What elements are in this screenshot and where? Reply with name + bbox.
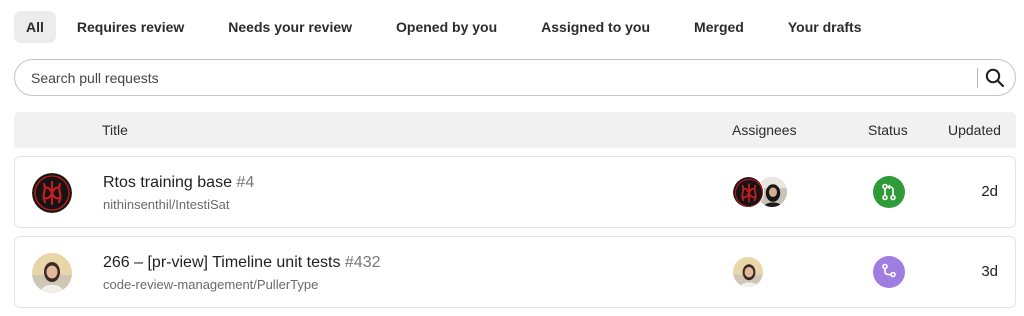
search-divider	[977, 68, 978, 88]
pull-request-open-icon	[882, 183, 896, 201]
assignee-avatar[interactable]	[732, 256, 764, 288]
search-bar	[14, 59, 1016, 96]
tab-opened-by-you[interactable]: Opened by you	[384, 11, 509, 43]
pr-repo: nithinsenthil/IntestiSat	[103, 197, 230, 212]
pull-request-draft-icon	[882, 263, 896, 278]
author-avatar	[32, 173, 72, 213]
pr-title-text: Rtos training base	[103, 174, 232, 191]
search-icon	[985, 68, 1005, 88]
updated-time: 2d	[981, 183, 998, 200]
tab-your-drafts[interactable]: Your drafts	[776, 11, 874, 43]
tab-needs-your-review[interactable]: Needs your review	[216, 11, 364, 43]
column-header-updated[interactable]: Updated	[948, 112, 1001, 148]
search-input[interactable]	[31, 60, 971, 95]
table-header: Title Assignees Status Updated	[14, 112, 1016, 148]
tab-merged[interactable]: Merged	[682, 11, 756, 43]
pr-number: #432	[344, 254, 381, 271]
pr-number: #4	[236, 174, 255, 191]
status-badge[interactable]	[873, 256, 905, 288]
column-header-assignees[interactable]: Assignees	[732, 112, 797, 148]
photo-avatar-icon	[733, 257, 764, 288]
pr-title[interactable]: 266 – [pr-view] Timeline unit tests #432	[103, 254, 380, 272]
pr-filter-tabs: All Requires review Needs your review Op…	[14, 11, 873, 43]
emblem-avatar-icon	[32, 173, 72, 213]
status-badge[interactable]	[873, 176, 905, 208]
tab-requires-review[interactable]: Requires review	[65, 11, 196, 43]
search-button[interactable]	[983, 66, 1007, 90]
updated-time: 3d	[981, 263, 998, 280]
column-header-title[interactable]: Title	[102, 112, 128, 148]
pr-title-text: 266 – [pr-view] Timeline unit tests	[103, 254, 341, 271]
column-header-status[interactable]: Status	[868, 112, 908, 148]
photo-avatar-icon	[32, 253, 72, 293]
author-avatar	[32, 253, 72, 293]
pr-repo: code-review-management/PullerType	[103, 277, 319, 292]
table-row[interactable]: 266 – [pr-view] Timeline unit tests #432…	[14, 236, 1016, 308]
pr-title[interactable]: Rtos training base #4	[103, 174, 254, 192]
tab-all[interactable]: All	[14, 11, 56, 43]
table-row[interactable]: Rtos training base #4 nithinsenthil/Inte…	[14, 156, 1016, 228]
emblem-avatar-icon	[733, 177, 764, 208]
assignee-avatar[interactable]	[732, 176, 764, 208]
tab-assigned-to-you[interactable]: Assigned to you	[529, 11, 662, 43]
